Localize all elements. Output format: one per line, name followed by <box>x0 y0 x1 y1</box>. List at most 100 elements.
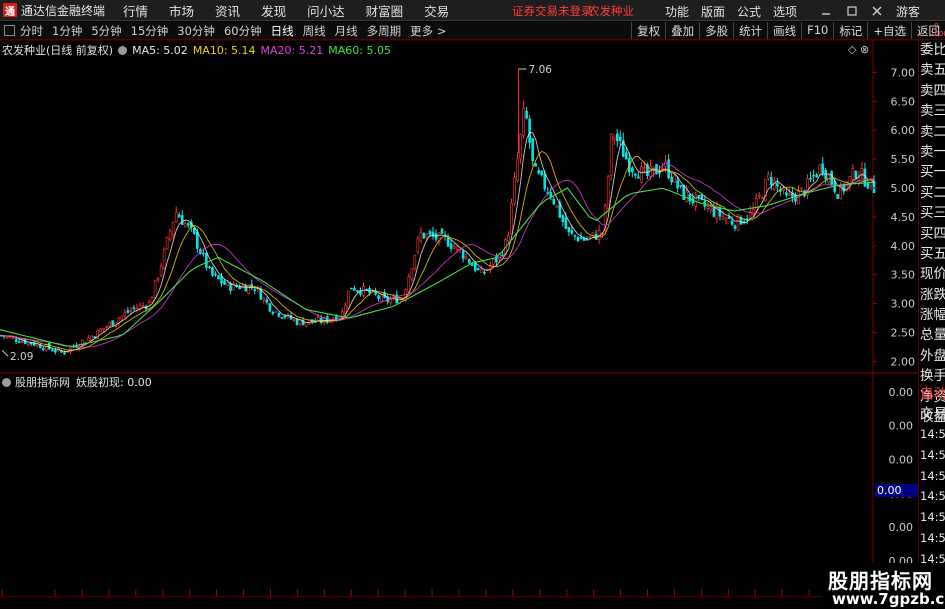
candle-body <box>156 277 160 280</box>
candle-body <box>226 282 229 286</box>
quote-mini-line2: 1000 <box>930 30 945 38</box>
tool-overlay[interactable]: 叠加 <box>665 22 699 39</box>
candle-body <box>706 206 710 209</box>
minimize-icon[interactable] <box>817 3 835 18</box>
candle-body <box>90 335 93 341</box>
candle-body <box>866 183 870 189</box>
candle-body <box>54 349 57 353</box>
candle-body <box>449 243 453 249</box>
tool-stats[interactable]: 统计 <box>733 22 767 39</box>
period-monthly[interactable]: 月线 <box>335 23 358 39</box>
quote-item: 卖五 <box>920 62 945 79</box>
candle-body <box>470 264 474 266</box>
candle-body <box>356 290 359 292</box>
candle-body <box>773 180 776 190</box>
period-15min[interactable]: 15分钟 <box>131 23 169 39</box>
menu-discover[interactable]: 发现 <box>261 1 286 20</box>
low-price-label: 2.09 <box>10 351 33 363</box>
quote-item: 买三 <box>920 205 945 222</box>
candle-body <box>280 316 284 319</box>
candle-body <box>48 342 51 350</box>
candle-body <box>183 223 187 227</box>
x-axis-layer: 2018年12456789101112234567891011121234567… <box>1 589 864 596</box>
candle-body <box>510 202 513 234</box>
candle-body <box>718 207 722 217</box>
candle-body <box>766 174 770 179</box>
period-1min[interactable]: 1分钟 <box>52 23 82 39</box>
sub-settings-dot-icon[interactable] <box>2 377 11 387</box>
candle-body <box>377 295 380 299</box>
candle-body <box>555 205 559 208</box>
candle-body <box>20 340 24 343</box>
period-multi[interactable]: 多周期 <box>367 23 402 39</box>
candle-body <box>667 159 670 179</box>
tool-multi-stock[interactable]: 多股 <box>699 22 733 39</box>
chart-corner-icons[interactable]: ◇ ⊗ <box>848 43 869 56</box>
candle-body <box>51 349 54 352</box>
menu-formula[interactable]: 公式 <box>737 3 761 20</box>
menu-layout[interactable]: 版面 <box>701 3 725 20</box>
guest-user[interactable]: 游客 <box>896 3 920 20</box>
maximize-icon[interactable] <box>843 3 861 18</box>
menu-quotes[interactable]: 行情 <box>123 1 148 20</box>
panel-toggle-icon[interactable] <box>4 25 15 36</box>
candle-body <box>186 223 190 226</box>
period-toolbar: 分时 1分钟 5分钟 15分钟 30分钟 60分钟 日线 周线 月线 多周期 更… <box>0 22 945 40</box>
trade-time: 14:56 <box>920 427 945 441</box>
tool-adjust[interactable]: 复权 <box>631 22 665 39</box>
close-icon[interactable] <box>868 3 886 18</box>
period-daily[interactable]: 日线 <box>271 23 294 39</box>
candle-body <box>41 347 45 350</box>
date-axis-bar[interactable] <box>0 596 945 609</box>
candle-body <box>446 238 450 247</box>
annotation-layer: 7.06 2.09 <box>1 64 552 363</box>
settings-dot-icon[interactable] <box>118 45 128 55</box>
quote-panel: 委比 卖五 卖四 卖三 卖二 卖一 买一 买二 买三 买四 买五 现价 涨跌 涨幅 总量 外盘 换手 净资 收益 自… <box>918 40 945 588</box>
candle-body <box>854 170 858 179</box>
quote-item: 买二 <box>920 184 945 201</box>
y-tick-label: 3.00 <box>891 298 916 311</box>
tool-mark[interactable]: 标记 <box>833 22 867 39</box>
candle-body <box>561 215 565 222</box>
candle-body <box>576 236 580 242</box>
candle-body <box>679 185 682 187</box>
candle-body <box>132 307 136 309</box>
candle-body <box>516 158 519 182</box>
period-more[interactable]: 更多 > <box>410 23 446 39</box>
candle-body <box>467 258 471 264</box>
candle-body <box>824 170 827 180</box>
quote-item: 买一 <box>920 164 945 181</box>
period-weekly[interactable]: 周线 <box>303 23 326 39</box>
menu-options[interactable]: 选项 <box>773 3 797 20</box>
menu-wealth[interactable]: 财富圈 <box>366 1 404 20</box>
kline-chart[interactable]: 7.00 6.50 6.00 5.50 5.00 4.50 4.00 3.50 3.00 2.50… <box>0 40 918 596</box>
trade-login-notice[interactable]: 证券交易未登录 <box>512 3 593 19</box>
candle-body <box>17 341 21 343</box>
quote-item: 总量 <box>920 327 945 344</box>
menu-function[interactable]: 功能 <box>665 3 689 20</box>
candle-body <box>440 229 444 234</box>
candle-body <box>782 188 785 191</box>
period-60min[interactable]: 60分钟 <box>224 23 262 39</box>
menu-market[interactable]: 市场 <box>169 1 194 20</box>
ma10-line <box>0 150 875 351</box>
candle-body <box>754 198 758 211</box>
candle-body <box>476 268 480 271</box>
trade-label: 交易 <box>920 406 945 423</box>
menu-news[interactable]: 资讯 <box>215 1 240 20</box>
quote-header-mini: 0. 1000 <box>930 22 945 40</box>
period-30min[interactable]: 30分钟 <box>177 23 215 39</box>
menu-ask[interactable]: 问小达 <box>307 1 345 20</box>
period-5min[interactable]: 5分钟 <box>91 23 121 39</box>
candle-body <box>202 252 205 255</box>
candle-body <box>751 208 755 215</box>
tool-f10[interactable]: F10 <box>801 22 833 39</box>
trade-auto[interactable]: 自动 <box>919 384 945 404</box>
candle-body <box>174 212 178 223</box>
tool-add-watchlist[interactable]: +自选 <box>867 22 911 39</box>
period-timeshare[interactable]: 分时 <box>20 23 43 39</box>
menu-trade[interactable]: 交易 <box>424 1 449 20</box>
tool-draw-line[interactable]: 画线 <box>767 22 801 39</box>
candle-body <box>159 265 163 276</box>
candle-body <box>416 237 420 253</box>
